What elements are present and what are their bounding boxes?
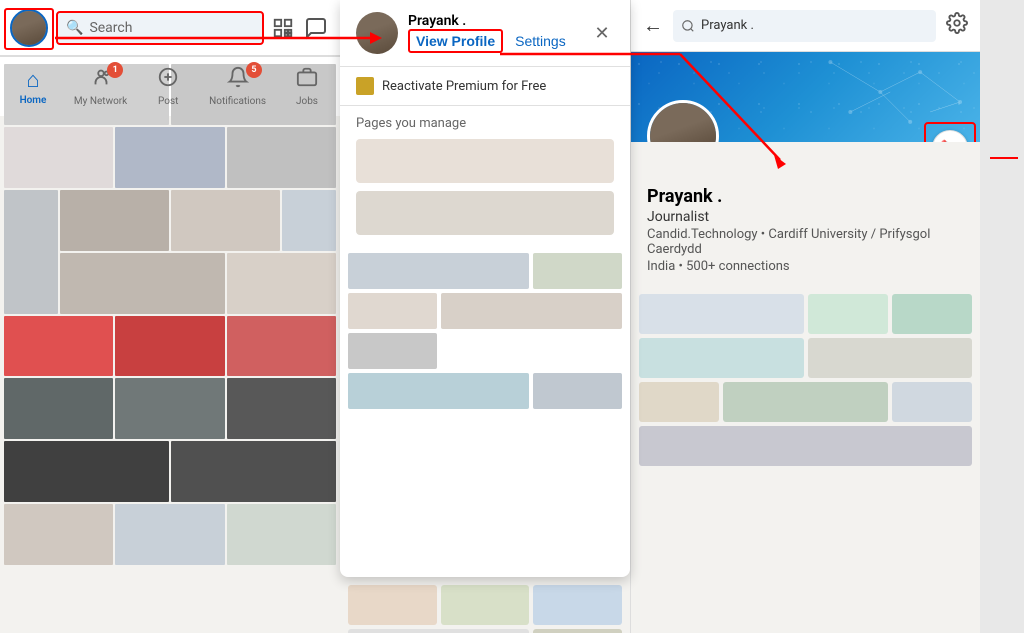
nav-home[interactable]: ⌂ Home — [8, 67, 58, 106]
pencil-icon: ✏️ — [940, 139, 960, 143]
avatar[interactable] — [10, 9, 48, 47]
profile-company: Candid.Technology • Cardiff University /… — [647, 227, 964, 257]
page-item[interactable] — [356, 139, 614, 183]
profile-info: Prayank . Journalist Candid.Technology •… — [631, 142, 980, 286]
nav-notifications[interactable]: 5 Notifications — [209, 66, 266, 107]
premium-banner[interactable]: Reactivate Premium for Free — [340, 67, 630, 106]
nav-post[interactable]: Post — [143, 66, 193, 107]
page-item[interactable] — [356, 191, 614, 235]
nav-notifications-label: Notifications — [209, 96, 266, 107]
pages-list — [356, 139, 614, 235]
nav-jobs[interactable]: Jobs — [282, 66, 332, 107]
dropdown-avatar — [356, 12, 398, 54]
premium-icon — [356, 77, 374, 95]
premium-text: Reactivate Premium for Free — [382, 79, 546, 94]
right-content — [631, 286, 980, 633]
search-placeholder-text: Search — [89, 20, 132, 36]
right-panel: ← Prayank . — [630, 0, 980, 633]
back-button[interactable]: ← — [643, 13, 663, 38]
settings-button[interactable]: Settings — [515, 33, 566, 49]
jobs-icon — [296, 66, 318, 94]
profile-banner: ✏️ — [631, 52, 980, 142]
left-header: 🔍 Search — [0, 0, 340, 56]
nav-network-label: My Network — [74, 96, 127, 107]
dropdown-action-buttons: View Profile Settings — [408, 29, 580, 53]
nav-jobs-label: Jobs — [296, 96, 318, 107]
middle-scroll-content — [340, 577, 630, 633]
close-button[interactable]: ✕ — [590, 21, 614, 45]
notifications-badge: 5 — [246, 62, 262, 78]
post-icon — [157, 66, 179, 94]
left-panel: 🔍 Search — [0, 0, 340, 633]
network-badge: 1 — [107, 62, 123, 78]
middle-panel: Prayank . View Profile Settings ✕ Reacti… — [340, 0, 630, 633]
search-icon: 🔍 — [66, 20, 83, 36]
view-profile-button[interactable]: View Profile — [408, 29, 503, 53]
right-search-icon — [681, 19, 695, 33]
profile-title: Journalist — [647, 209, 964, 225]
right-search-bar[interactable]: Prayank . — [673, 10, 936, 42]
home-icon: ⌂ — [26, 67, 39, 93]
dropdown-user-info: Prayank . View Profile Settings — [408, 13, 580, 53]
right-search-text: Prayank . — [701, 18, 754, 33]
middle-mosaic — [340, 245, 630, 577]
profile-name: Prayank . — [647, 186, 964, 207]
dropdown-header: Prayank . View Profile Settings ✕ — [340, 0, 630, 67]
qr-icon[interactable] — [272, 17, 294, 39]
right-mosaic — [639, 294, 972, 466]
messages-icon[interactable] — [302, 14, 330, 42]
profile-location: India • 500+ connections — [647, 259, 964, 274]
nav-network[interactable]: 1 My Network — [74, 66, 127, 107]
search-bar[interactable]: 🔍 Search — [56, 11, 264, 45]
pages-section: Pages you manage — [340, 106, 630, 245]
pages-label: Pages you manage — [356, 116, 614, 131]
nav-post-label: Post — [158, 96, 178, 107]
dropdown-username: Prayank . — [408, 13, 580, 29]
right-header: ← Prayank . — [631, 0, 980, 52]
left-content-mosaic — [0, 60, 340, 569]
settings-gear-icon[interactable] — [946, 12, 968, 39]
nav-home-label: Home — [20, 95, 47, 106]
profile-dropdown: Prayank . View Profile Settings ✕ Reacti… — [340, 0, 630, 577]
